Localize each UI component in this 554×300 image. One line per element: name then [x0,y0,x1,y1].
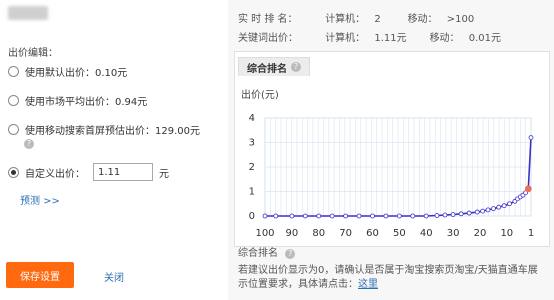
option-label: 使用移动搜索首屏预估出价：129.00元 [25,126,200,137]
pc-label: 计算机： [325,33,366,44]
highlight-point [524,185,532,193]
pc-value: 2 [374,14,381,25]
data-point [383,213,389,219]
data-point [507,201,512,207]
keyword-bid-row: 关键词出价： 计算机： 1.11元 移动： 0.01元 [238,29,501,44]
note-link[interactable]: 这里 [358,279,378,290]
data-point [262,213,268,219]
mobile-value: >100 [446,14,475,25]
x-tick-label: 1 [528,228,534,239]
y-tick-label: 4 [249,113,255,124]
radio-button[interactable] [8,166,19,178]
x-tick-label: 70 [339,228,352,239]
help-icon[interactable]: ? [285,249,296,259]
chart-caption: 综合排名 [238,248,278,259]
mobile-first-screen-bid-option[interactable]: 使用移动搜索首屏预估出价：129.00元 [8,122,200,137]
tab-label: 综合排名 [247,63,287,75]
data-point [442,212,448,218]
data-point [329,213,335,219]
data-point [490,206,496,212]
close-link[interactable]: 关闭 [104,269,124,284]
chart-caption-row: 综合排名 ? [238,247,538,261]
x-tick-label: 20 [474,228,487,239]
data-point [480,208,486,214]
data-point [458,211,464,217]
x-tick-label: 90 [286,228,299,239]
data-point [450,212,456,217]
x-tick-label: 60 [366,228,379,239]
x-tick-label: 100 [255,228,274,239]
x-tick-label: 40 [420,228,433,239]
note-text: 若建议出价显示为0，请确认是否属于淘宝搜索页淘宝/天猫直通车展示位置要求，具体请… [238,264,538,292]
data-point [496,204,502,210]
data-point [343,213,349,219]
radio-button[interactable] [8,95,19,106]
data-point [434,213,440,218]
y-tick-label: 1 [249,187,255,198]
blurred-keyword [8,6,48,20]
data-point [316,213,322,219]
save-button[interactable]: 保存设置 [6,262,74,288]
y-tick-label: 3 [249,138,255,149]
x-tick-label: 10 [500,228,513,239]
data-point [466,210,472,216]
option-label: 使用默认出价：0.10元 [25,68,128,79]
chart-container: 出价(元) 0 1 2 3 4 100 90 80 70 60 50 40 30 20 10 1 [234,51,550,247]
data-point [289,213,295,219]
pc-value: 1.11元 [374,33,407,44]
tab-overall-ranking[interactable]: 综合排名 ? [238,57,310,76]
section-label: 出价编辑： [8,48,58,59]
data-point [501,203,507,209]
option-label: 自定义出价： [25,168,85,180]
custom-bid-option[interactable]: 自定义出价： 元 [8,163,169,181]
row-label: 关键词出价： [238,33,298,44]
data-point [410,213,416,219]
market-average-bid-option[interactable]: 使用市场平均出价：0.94元 [8,93,147,108]
mobile-label: 移动： [429,33,460,44]
data-point [356,213,362,219]
data-point [528,135,534,140]
data-point [273,213,279,219]
mobile-value: 0.01元 [468,33,502,44]
y-tick-label: 2 [249,162,255,173]
option-label: 使用市场平均出价：0.94元 [25,97,148,108]
help-icon[interactable]: ? [24,139,34,149]
unit-label: 元 [159,168,169,180]
y-axis-label: 出价(元) [241,88,279,101]
row-label: 实 时 排 名： [238,14,298,25]
y-tick-label: 0 [249,211,255,222]
ranking-panel: 实 时 排 名： 计算机： 2 移动： >100 关键词出价： 计算机： 1.1… [228,0,554,300]
x-tick-label: 50 [393,228,406,239]
custom-bid-input[interactable] [93,163,153,181]
pc-label: 计算机： [325,14,366,25]
radio-button[interactable] [8,66,19,77]
data-point [396,213,402,219]
bid-rank-chart: 出价(元) 0 1 2 3 4 100 90 80 70 60 50 40 30 20 10 1 [241,88,534,239]
help-icon[interactable]: ? [291,62,301,72]
note-body: 若建议出价显示为0，请确认是否属于淘宝搜索页淘宝/天猫直通车展示位置要求，具体请… [238,265,538,290]
preview-link[interactable]: 预测 >> [20,192,60,207]
bid-edit-panel: 出价编辑： 使用默认出价：0.10元 使用市场平均出价：0.94元 使用移动搜索… [0,0,228,300]
radio-button[interactable] [8,124,19,135]
x-tick-label: 80 [312,228,325,239]
data-point [423,213,429,219]
data-point [302,213,308,219]
data-point [474,209,480,215]
default-bid-option[interactable]: 使用默认出价：0.10元 [8,64,127,79]
realtime-rank-row: 实 时 排 名： 计算机： 2 移动： >100 [238,10,474,25]
data-point [370,213,375,219]
data-point [485,207,491,213]
x-tick-label: 30 [447,228,460,239]
mobile-label: 移动： [407,14,438,25]
